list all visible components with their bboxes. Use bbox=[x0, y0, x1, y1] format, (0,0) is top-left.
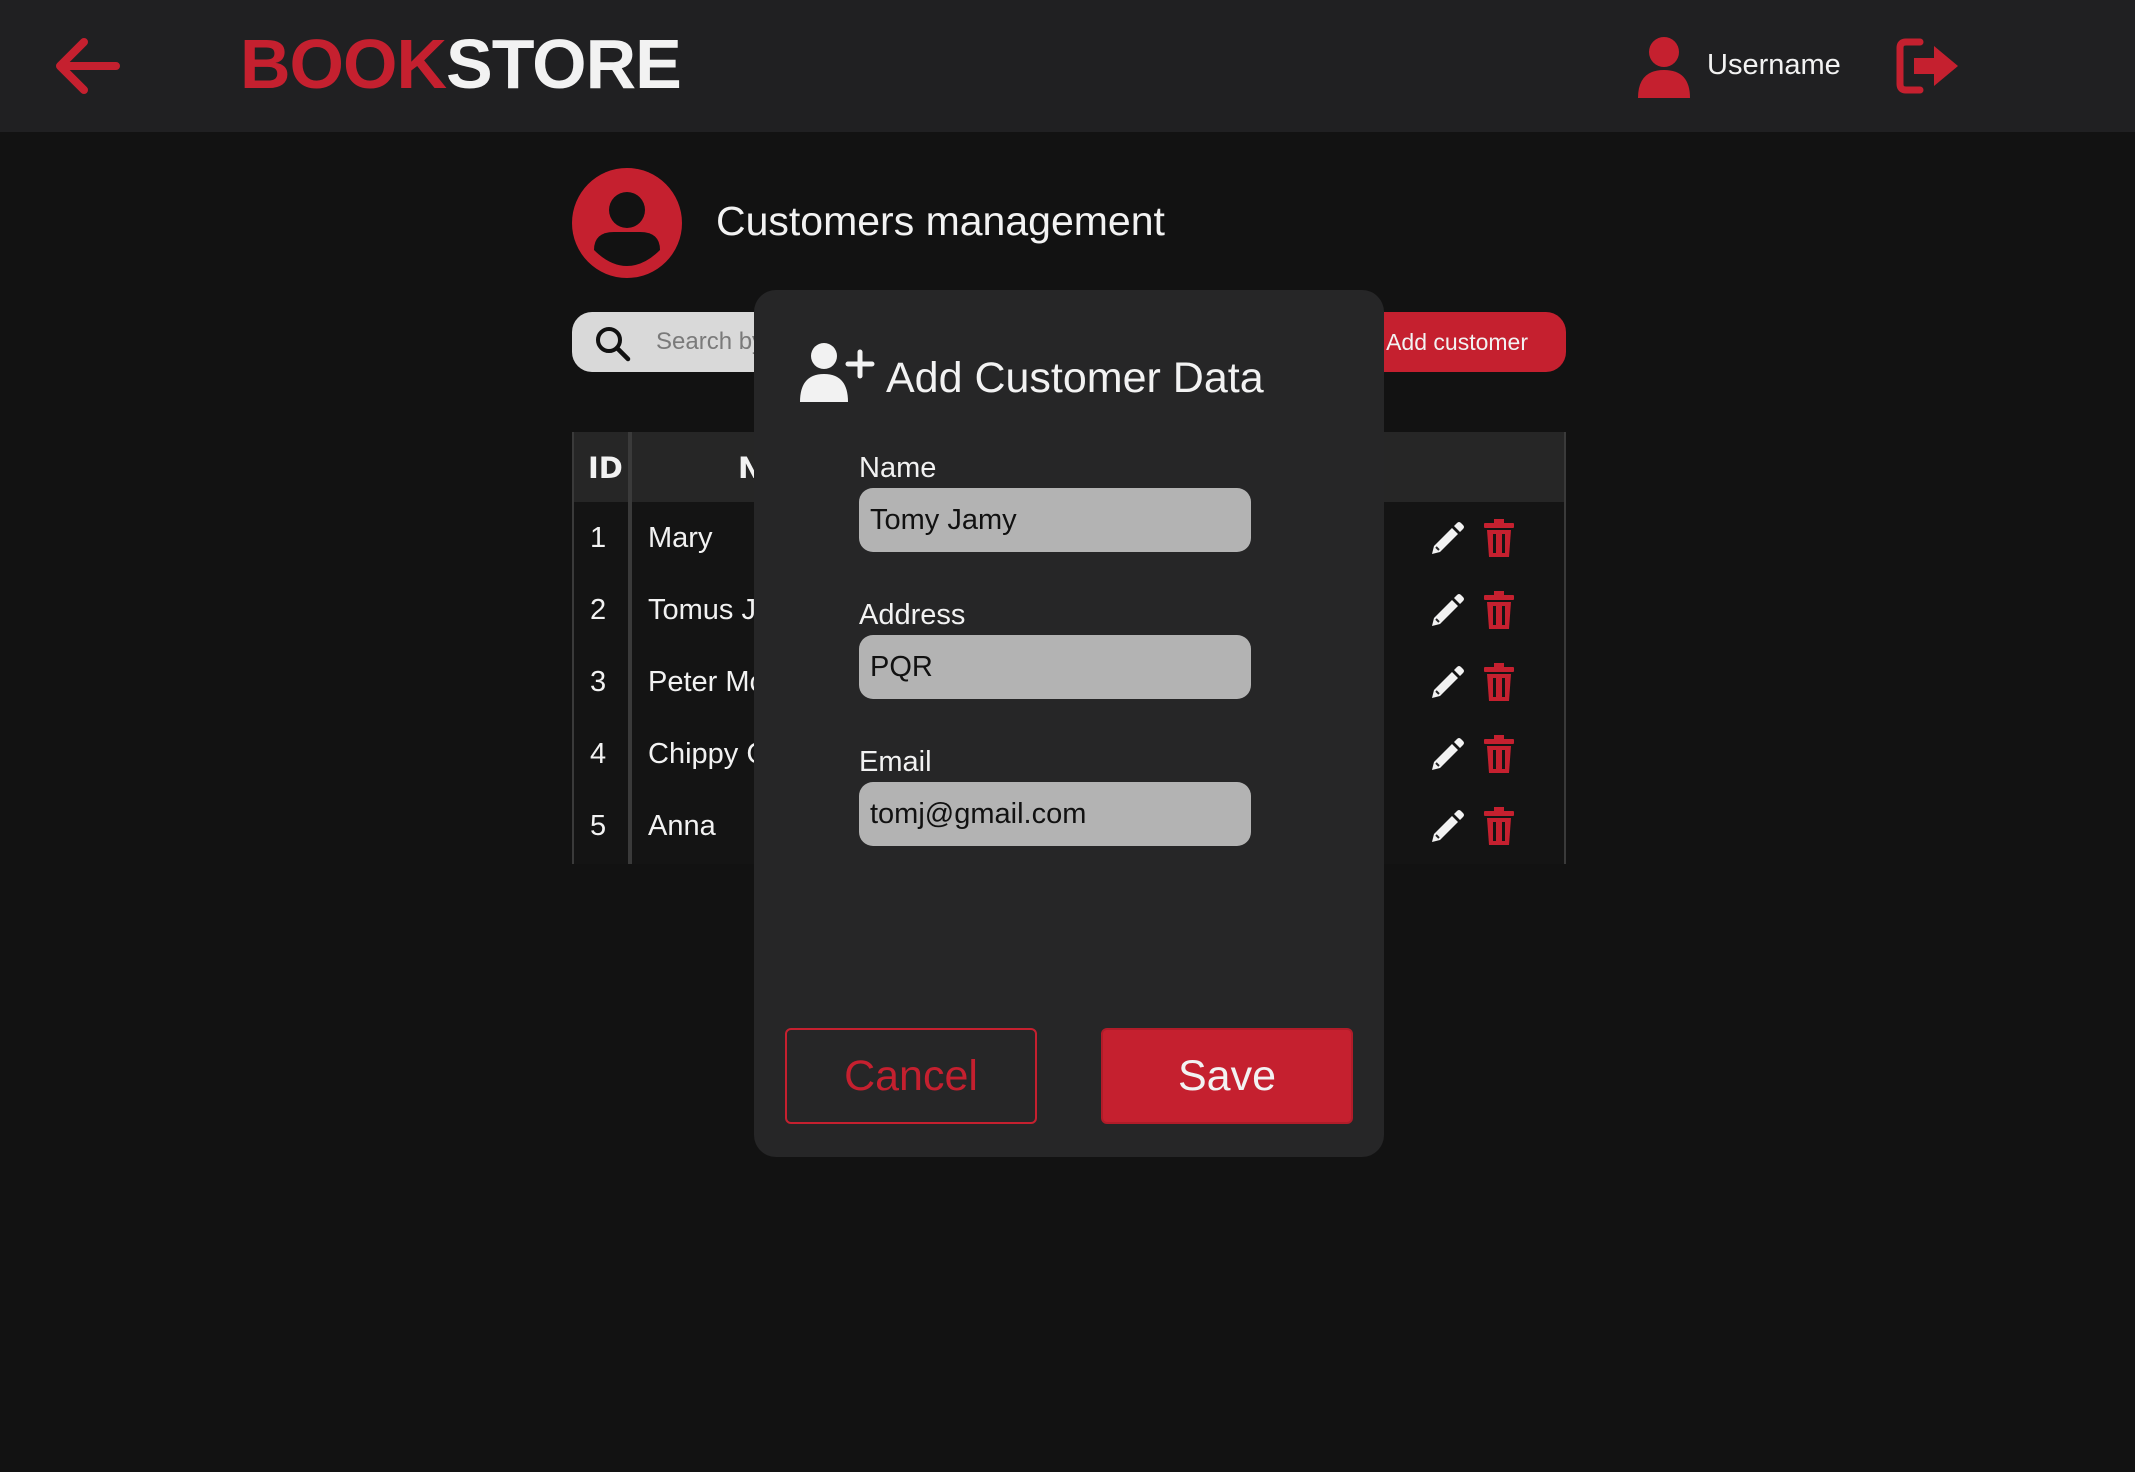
email-field[interactable] bbox=[859, 782, 1251, 846]
cell-id: 4 bbox=[590, 738, 607, 770]
logo-store: STORE bbox=[446, 25, 682, 103]
logout-icon bbox=[1896, 38, 1958, 94]
logo-book: BOOK bbox=[240, 25, 447, 103]
trash-icon[interactable] bbox=[1482, 734, 1516, 774]
pencil-icon[interactable] bbox=[1428, 664, 1466, 702]
username-label[interactable]: Username bbox=[1707, 44, 1841, 86]
name-field[interactable] bbox=[859, 488, 1251, 552]
pencil-icon[interactable] bbox=[1428, 592, 1466, 630]
address-field[interactable] bbox=[859, 635, 1251, 699]
pencil-icon[interactable] bbox=[1428, 520, 1466, 558]
user-plus-icon bbox=[800, 343, 875, 402]
dialog-title: Add Customer Data bbox=[886, 354, 1264, 402]
cell-id: 2 bbox=[590, 594, 607, 626]
cell-id: 1 bbox=[590, 522, 607, 554]
trash-icon[interactable] bbox=[1482, 662, 1516, 702]
logout-button[interactable] bbox=[1896, 36, 1962, 96]
customer-avatar-icon bbox=[572, 168, 682, 278]
column-header-id: ID bbox=[588, 451, 623, 485]
pencil-icon[interactable] bbox=[1428, 736, 1466, 774]
pencil-icon[interactable] bbox=[1428, 808, 1466, 846]
arrow-left-icon bbox=[56, 38, 120, 94]
search-icon bbox=[596, 327, 631, 362]
cell-name: Tomus J. bbox=[648, 594, 765, 626]
trash-icon[interactable] bbox=[1482, 518, 1516, 558]
cell-id: 5 bbox=[590, 810, 607, 842]
cell-id: 3 bbox=[590, 666, 607, 698]
user-icon bbox=[1638, 37, 1690, 98]
back-button[interactable] bbox=[52, 34, 122, 98]
cell-name: Mary bbox=[648, 522, 713, 554]
add-customer-dialog: Add Customer Data Name Address Email Can… bbox=[754, 290, 1384, 1157]
trash-icon[interactable] bbox=[1482, 806, 1516, 846]
email-label: Email bbox=[859, 746, 932, 778]
trash-icon[interactable] bbox=[1482, 590, 1516, 630]
top-bar: BOOKSTORE Username bbox=[0, 0, 2135, 132]
address-label: Address bbox=[859, 599, 966, 631]
save-button[interactable]: Save bbox=[1101, 1028, 1353, 1124]
name-label: Name bbox=[859, 452, 937, 484]
cell-name: Chippy C bbox=[648, 738, 768, 770]
bookstore-logo: BOOKSTORE bbox=[240, 22, 682, 106]
cancel-button[interactable]: Cancel bbox=[785, 1028, 1037, 1124]
page-title: Customers management bbox=[716, 198, 1165, 244]
cell-name: Anna bbox=[648, 810, 716, 842]
cell-name: Peter Mc bbox=[648, 666, 765, 698]
